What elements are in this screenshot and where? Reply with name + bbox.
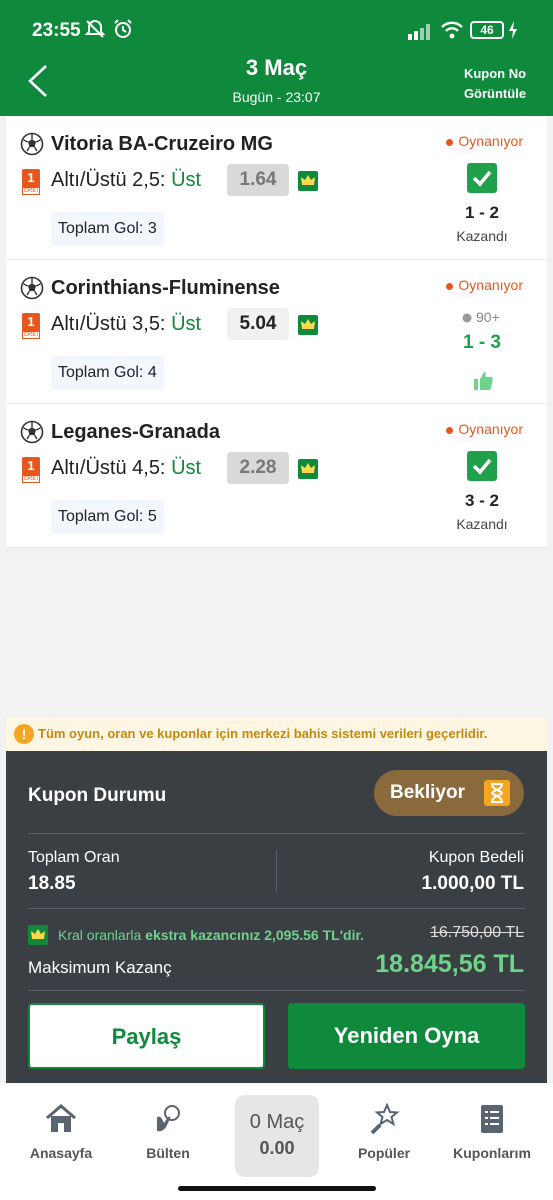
match-state: Oynanıyor [446,421,523,437]
total-goals: Toplam Gol: 5 [51,500,164,534]
status-time: 23:55 [32,20,81,41]
share-button[interactable]: Paylaş [28,1003,265,1069]
nav-coupons[interactable]: Kuponlarım [437,1103,547,1161]
market-label: Altı/Üstü 3,5: Üst [51,313,202,335]
stake-value: 1.000,00 TL [421,873,524,894]
status-bar: 23:55 46 [0,0,553,58]
match-list: Vitoria BA-Cruzeiro MG 1 CANLI Altı/Üstü… [6,116,547,548]
nav-home[interactable]: Anasayfa [6,1103,116,1161]
divider [28,833,525,834]
divider [276,850,277,892]
soccer-ball-icon [20,276,44,300]
wifi-icon [441,21,463,39]
check-icon [467,451,497,481]
replay-button[interactable]: Yeniden Oyna [288,1003,525,1069]
max-win-label: Maksimum Kazanç [28,958,172,977]
match-minute: 90+ [462,309,500,325]
live-badge: 1 CANLI [22,313,40,339]
app-header: 23:55 46 3 Maç Bugün - 23:07 Kupon No Gö… [0,0,553,116]
match-state: Oynanıyor [446,133,523,149]
divider [28,908,525,909]
max-win-value: 18.845,56 TL [375,950,524,978]
coupon-number-button[interactable]: Kupon No Görüntüle [455,64,535,104]
odd-value: 1.64 [227,164,289,196]
old-max-win: 16.750,00 TL [429,924,524,941]
hand-ball-icon [157,1105,180,1132]
bell-muted-icon [84,19,106,38]
crown-icon [298,315,318,335]
thumbs-up-icon [474,372,493,390]
home-icon [46,1104,76,1132]
nav-popular[interactable]: Popüler [329,1103,439,1161]
coupon-panel: Kupon Durumu Bekliyor Toplam Oran 18.85 … [6,751,547,1083]
match-teams: Leganes-Granada [51,421,220,443]
match-teams: Corinthians-Fluminense [51,277,280,299]
match-teams: Vitoria BA-Cruzeiro MG [51,133,273,155]
home-indicator [178,1186,376,1191]
alarm-icon [114,19,132,38]
popular-star-icon [370,1103,400,1135]
nav-bulletin[interactable]: Bülten [113,1103,223,1161]
coupon-status-label: Kupon Durumu [28,785,167,806]
divider [28,990,525,991]
clock-icon [462,313,472,323]
match-item: Leganes-Granada 1 CANLI Altı/Üstü 4,5: Ü… [6,404,547,548]
market-label: Altı/Üstü 4,5: Üst [51,457,202,479]
info-notice: ! Tüm oyun, oran ve kuponlar için merkez… [6,717,547,751]
match-score: 1 - 2 [464,203,500,222]
match-state: Oynanıyor [446,277,523,293]
odd-value: 2.28 [227,452,289,484]
total-odds-label: Toplam Oran [28,849,120,866]
live-score: 1 - 3 [462,332,502,353]
total-odds-value: 18.85 [28,873,76,894]
live-badge: 1 CANLI [22,169,40,195]
check-icon [467,163,497,193]
coupon-list-icon [481,1105,503,1133]
crown-icon [298,459,318,479]
total-goals: Toplam Gol: 4 [51,356,164,390]
warning-icon: ! [14,724,34,744]
soccer-ball-icon [20,132,44,156]
market-label: Altı/Üstü 2,5: Üst [51,169,202,191]
kral-odds-info: Kral oranlarla ekstra kazancınız 2,095.5… [28,925,364,945]
live-badge: 1 CANLI [22,457,40,483]
bottom-nav: Anasayfa Bülten 0 Maç 0.00 Popüler Kupon… [0,1083,553,1200]
hourglass-icon [484,780,510,806]
match-item: Vitoria BA-Cruzeiro MG 1 CANLI Altı/Üstü… [6,116,547,260]
charging-icon [509,21,517,39]
total-goals: Toplam Gol: 3 [51,212,164,246]
match-result: Kazandı [456,228,508,244]
crown-icon [298,171,318,191]
match-result: Kazandı [456,516,508,532]
match-score: 3 - 2 [464,491,500,510]
bet-slip-summary[interactable]: 0 Maç 0.00 [235,1095,319,1177]
signal-icon [408,24,430,40]
stake-label: Kupon Bedeli [428,849,524,866]
match-item: Corinthians-Fluminense 1 CANLI Altı/Üstü… [6,260,547,404]
odd-value: 5.04 [227,308,289,340]
soccer-ball-icon [20,420,44,444]
battery-icon: 46 [470,21,504,39]
crown-icon [28,925,48,945]
coupon-status-badge: Bekliyor [374,770,524,816]
